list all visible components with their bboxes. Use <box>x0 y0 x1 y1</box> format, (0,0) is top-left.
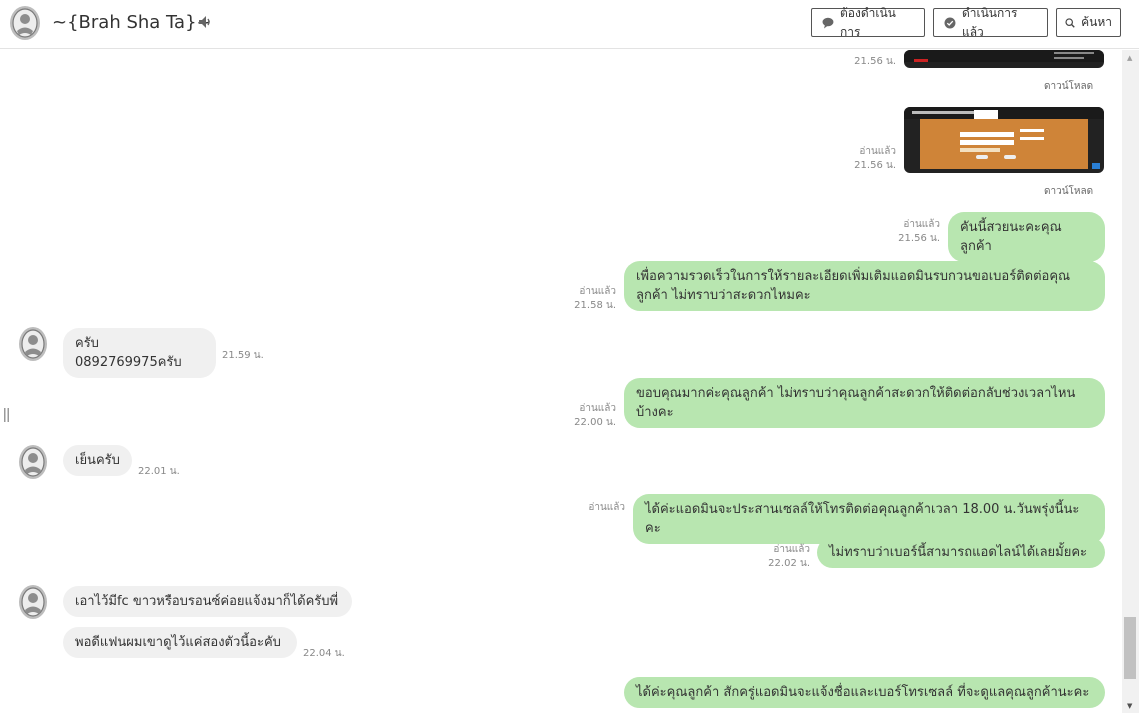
read-status: อ่านแล้ว <box>773 544 810 555</box>
outgoing-message: ขอบคุณมากค่ะคุณลูกค้า ไม่ทราบว่าคุณลูกค้… <box>624 378 1105 428</box>
contact-avatar[interactable] <box>18 326 48 362</box>
contact-avatar[interactable] <box>18 444 48 480</box>
speaker-icon[interactable] <box>197 14 213 30</box>
download-link[interactable]: ดาวน์โหลด <box>1044 79 1093 94</box>
outgoing-message: ไม่ทราบว่าเบอร์นี้สามารถแอดไลน์ได้เลยมั้… <box>817 537 1105 568</box>
message-time: 21.58 น. <box>574 300 616 311</box>
message-time: 21.59 น. <box>222 350 264 361</box>
incoming-message: พอดีแฟนผมเขาดูไว้แค่สองตัวนี้อะคับ <box>63 627 297 658</box>
search-label: ค้นหา <box>1081 15 1112 29</box>
search-icon <box>1065 17 1075 28</box>
message-time: 21.56 น. <box>898 233 940 244</box>
search-button[interactable]: ค้นหา <box>1056 8 1121 37</box>
incoming-message: เอาไว้มีfc ขาวหรือบรอนซ์ค่อยแจ้งมาก็ได้ค… <box>63 586 352 617</box>
check-bubble-icon <box>944 17 956 28</box>
resize-handle[interactable] <box>4 408 10 422</box>
contact-avatar[interactable] <box>9 5 41 41</box>
scroll-up-arrow-icon[interactable]: ▲ <box>1127 54 1132 62</box>
outgoing-message: คันนี้สวยนะคะคุณลูกค้า <box>948 212 1105 262</box>
message-time: 21.56 น. <box>854 56 896 67</box>
incoming-message: เย็นครับ <box>63 445 132 476</box>
message-time: 22.01 น. <box>138 466 180 477</box>
image-message[interactable] <box>904 50 1104 68</box>
image-message[interactable] <box>904 107 1104 173</box>
speech-bubble-icon <box>822 17 834 28</box>
message-time: 22.04 น. <box>303 648 345 659</box>
incoming-message: ครับ 0892769975ครับ <box>63 328 216 378</box>
read-status: อ่านแล้ว <box>579 286 616 297</box>
read-status: อ่านแล้ว <box>579 403 616 414</box>
done-filter-label: ดำเนินการแล้ว <box>961 5 1018 39</box>
pending-filter-label: ต้องดำเนินการ <box>839 5 896 39</box>
scrollbar-thumb[interactable] <box>1124 617 1136 679</box>
read-status: อ่านแล้ว <box>903 219 940 230</box>
pending-filter-button[interactable]: ต้องดำเนินการ <box>811 6 925 39</box>
contact-name: ~{Brah Sha Ta}~ <box>52 12 212 33</box>
chat-scrollbar[interactable] <box>1122 50 1139 713</box>
done-filter-button[interactable]: ดำเนินการแล้ว <box>933 6 1048 39</box>
read-status: อ่านแล้ว <box>588 502 625 513</box>
message-time: 22.00 น. <box>574 417 616 428</box>
scroll-down-arrow-icon[interactable]: ▼ <box>1127 702 1132 710</box>
download-link[interactable]: ดาวน์โหลด <box>1044 184 1093 199</box>
chat-header: ~{Brah Sha Ta}~ ต้องดำเนินการ ดำเนินการแ… <box>0 0 1139 49</box>
outgoing-message: เพื่อความรวดเร็วในการให้รายละเอียดเพิ่มเ… <box>624 261 1105 311</box>
read-status: อ่านแล้ว <box>859 146 896 157</box>
message-time: 21.56 น. <box>854 160 896 171</box>
outgoing-message: ได้ค่ะคุณลูกค้า สักครู่แอดมินจะแจ้งชื่อแ… <box>624 677 1105 708</box>
contact-avatar[interactable] <box>18 584 48 620</box>
message-time: 22.02 น. <box>768 558 810 569</box>
